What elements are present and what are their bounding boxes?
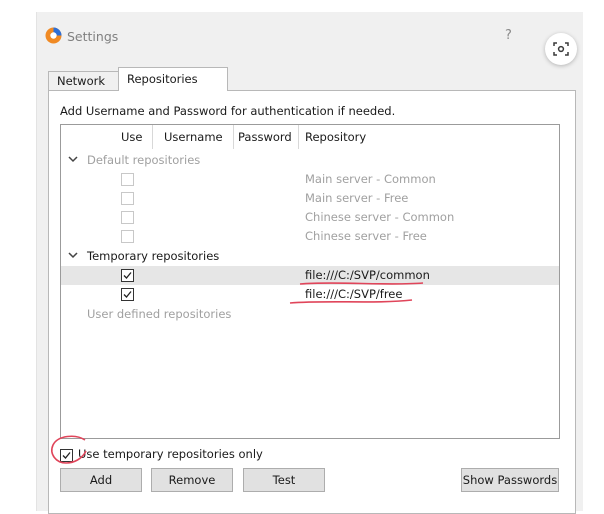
use-checkbox[interactable]	[121, 211, 134, 224]
checkmark-icon	[123, 291, 132, 298]
test-button[interactable]: Test	[243, 468, 325, 492]
group-label: Default repositories	[87, 153, 201, 167]
screen-capture-icon	[553, 42, 569, 56]
help-button[interactable]: ?	[505, 28, 512, 43]
show-passwords-button[interactable]: Show Passwords	[461, 468, 559, 492]
use-checkbox[interactable]	[121, 288, 134, 301]
repository-tree[interactable]: Use Username Password Repository Default…	[60, 124, 560, 439]
repository-cell: Chinese server - Free	[305, 229, 427, 243]
use-checkbox[interactable]	[121, 173, 134, 186]
title-bar: Settings ?	[37, 12, 583, 62]
red-circle-annotation	[51, 435, 87, 464]
settings-dialog: Settings ? Network Repositories Add User…	[36, 12, 583, 514]
table-row[interactable]: Chinese server - Free	[61, 227, 559, 246]
column-divider[interactable]	[298, 125, 299, 149]
repositories-panel: Add Username and Password for authentica…	[48, 90, 576, 514]
red-underline-annotation	[299, 282, 424, 285]
add-button[interactable]: Add	[60, 468, 142, 492]
group-row-user-defined[interactable]: User defined repositories	[61, 305, 559, 324]
use-checkbox[interactable]	[121, 230, 134, 243]
column-divider[interactable]	[152, 125, 153, 149]
checkmark-icon	[123, 272, 132, 279]
red-underline-annotation	[289, 299, 413, 304]
column-header-username[interactable]: Username	[164, 125, 223, 149]
group-label: User defined repositories	[87, 307, 232, 321]
column-divider[interactable]	[233, 125, 234, 149]
remove-button[interactable]: Remove	[151, 468, 233, 492]
table-row[interactable]: Main server - Common	[61, 170, 559, 189]
column-header-password[interactable]: Password	[238, 125, 292, 149]
use-checkbox[interactable]	[121, 192, 134, 205]
chevron-down-icon[interactable]	[68, 155, 78, 163]
table-row[interactable]: Chinese server - Common	[61, 208, 559, 227]
group-label: Temporary repositories	[87, 249, 220, 263]
tab-network[interactable]: Network	[48, 71, 120, 91]
auth-hint-text: Add Username and Password for authentica…	[60, 104, 396, 118]
use-checkbox[interactable]	[121, 269, 134, 282]
group-row-temporary[interactable]: Temporary repositories	[61, 247, 559, 266]
tab-repositories[interactable]: Repositories	[118, 67, 228, 91]
app-logo-icon	[45, 27, 62, 44]
use-temporary-only-label: Use temporary repositories only	[78, 447, 263, 461]
window-title: Settings	[67, 29, 119, 44]
chevron-down-icon[interactable]	[68, 251, 78, 259]
table-row[interactable]: Main server - Free	[61, 189, 559, 208]
group-row-default[interactable]: Default repositories	[61, 151, 559, 170]
column-header-use[interactable]: Use	[121, 125, 142, 149]
screen-capture-button[interactable]	[545, 33, 577, 65]
repository-cell: Chinese server - Common	[305, 210, 455, 224]
repository-cell: Main server - Free	[305, 191, 409, 205]
repository-cell: Main server - Common	[305, 172, 436, 186]
column-header-repository[interactable]: Repository	[305, 125, 366, 149]
